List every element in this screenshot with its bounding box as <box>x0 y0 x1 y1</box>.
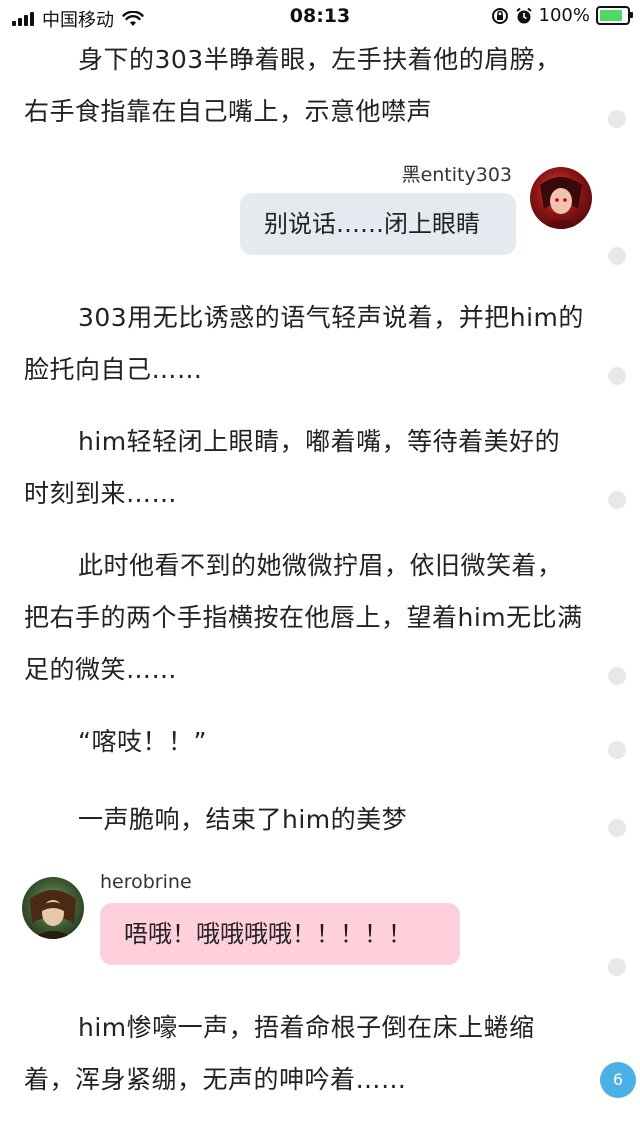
status-bar: 中国移动 08:13 100% <box>0 0 640 34</box>
battery-charging-icon <box>596 6 633 25</box>
chat-sender-name: herobrine <box>100 871 192 893</box>
comment-count-badge[interactable]: 6 <box>600 1062 636 1098</box>
avatar-image <box>540 177 582 229</box>
paragraph-comment-marker[interactable] <box>608 667 626 685</box>
paragraph-comment-marker[interactable] <box>608 491 626 509</box>
avatar-entity303[interactable] <box>530 167 592 229</box>
story-paragraph: 一声脆响，结束了him的美梦 <box>78 805 408 834</box>
avatar-image <box>30 890 76 939</box>
avatar-herobrine[interactable] <box>22 877 84 939</box>
story-paragraph: him轻轻闭上眼睛，嘟着嘴，等待着美好的时刻到来…… <box>24 427 561 508</box>
chat-bubble-right: 别说话……闭上眼睛 <box>240 193 516 255</box>
paragraph-comment-marker[interactable] <box>608 367 626 385</box>
paragraph-comment-marker[interactable] <box>608 958 626 976</box>
story-paragraph: 身下的303半睁着眼，左手扶着他的肩膀，右手食指靠在自己嘴上，示意他噤声 <box>24 45 561 126</box>
status-right: 100% <box>491 5 633 26</box>
chat-sender-name: 黑entity303 <box>401 164 512 186</box>
paragraph-comment-marker[interactable] <box>608 247 626 265</box>
story-paragraph: 此时他看不到的她微微拧眉，依旧微笑着，把右手的两个手指横按在他唇上，望着him无… <box>24 551 583 684</box>
paragraph-comment-marker[interactable] <box>608 819 626 837</box>
story-paragraph: 303用无比诱惑的语气轻声说着，并把him的脸托向自己…… <box>24 303 584 384</box>
rotation-lock-icon <box>491 7 508 24</box>
story-paragraph: “喀吱！！” <box>78 727 207 756</box>
chat-bubble-left: 唔哦！哦哦哦哦！！！！！ <box>100 903 460 965</box>
battery-percent: 100% <box>538 5 590 26</box>
paragraph-comment-marker[interactable] <box>608 741 626 759</box>
story-paragraph: him惨嚎一声，捂着命根子倒在床上蜷缩着，浑身紧绷，无声的呻吟着…… <box>24 1013 535 1094</box>
alarm-icon <box>515 7 532 23</box>
paragraph-comment-marker[interactable] <box>608 110 626 128</box>
